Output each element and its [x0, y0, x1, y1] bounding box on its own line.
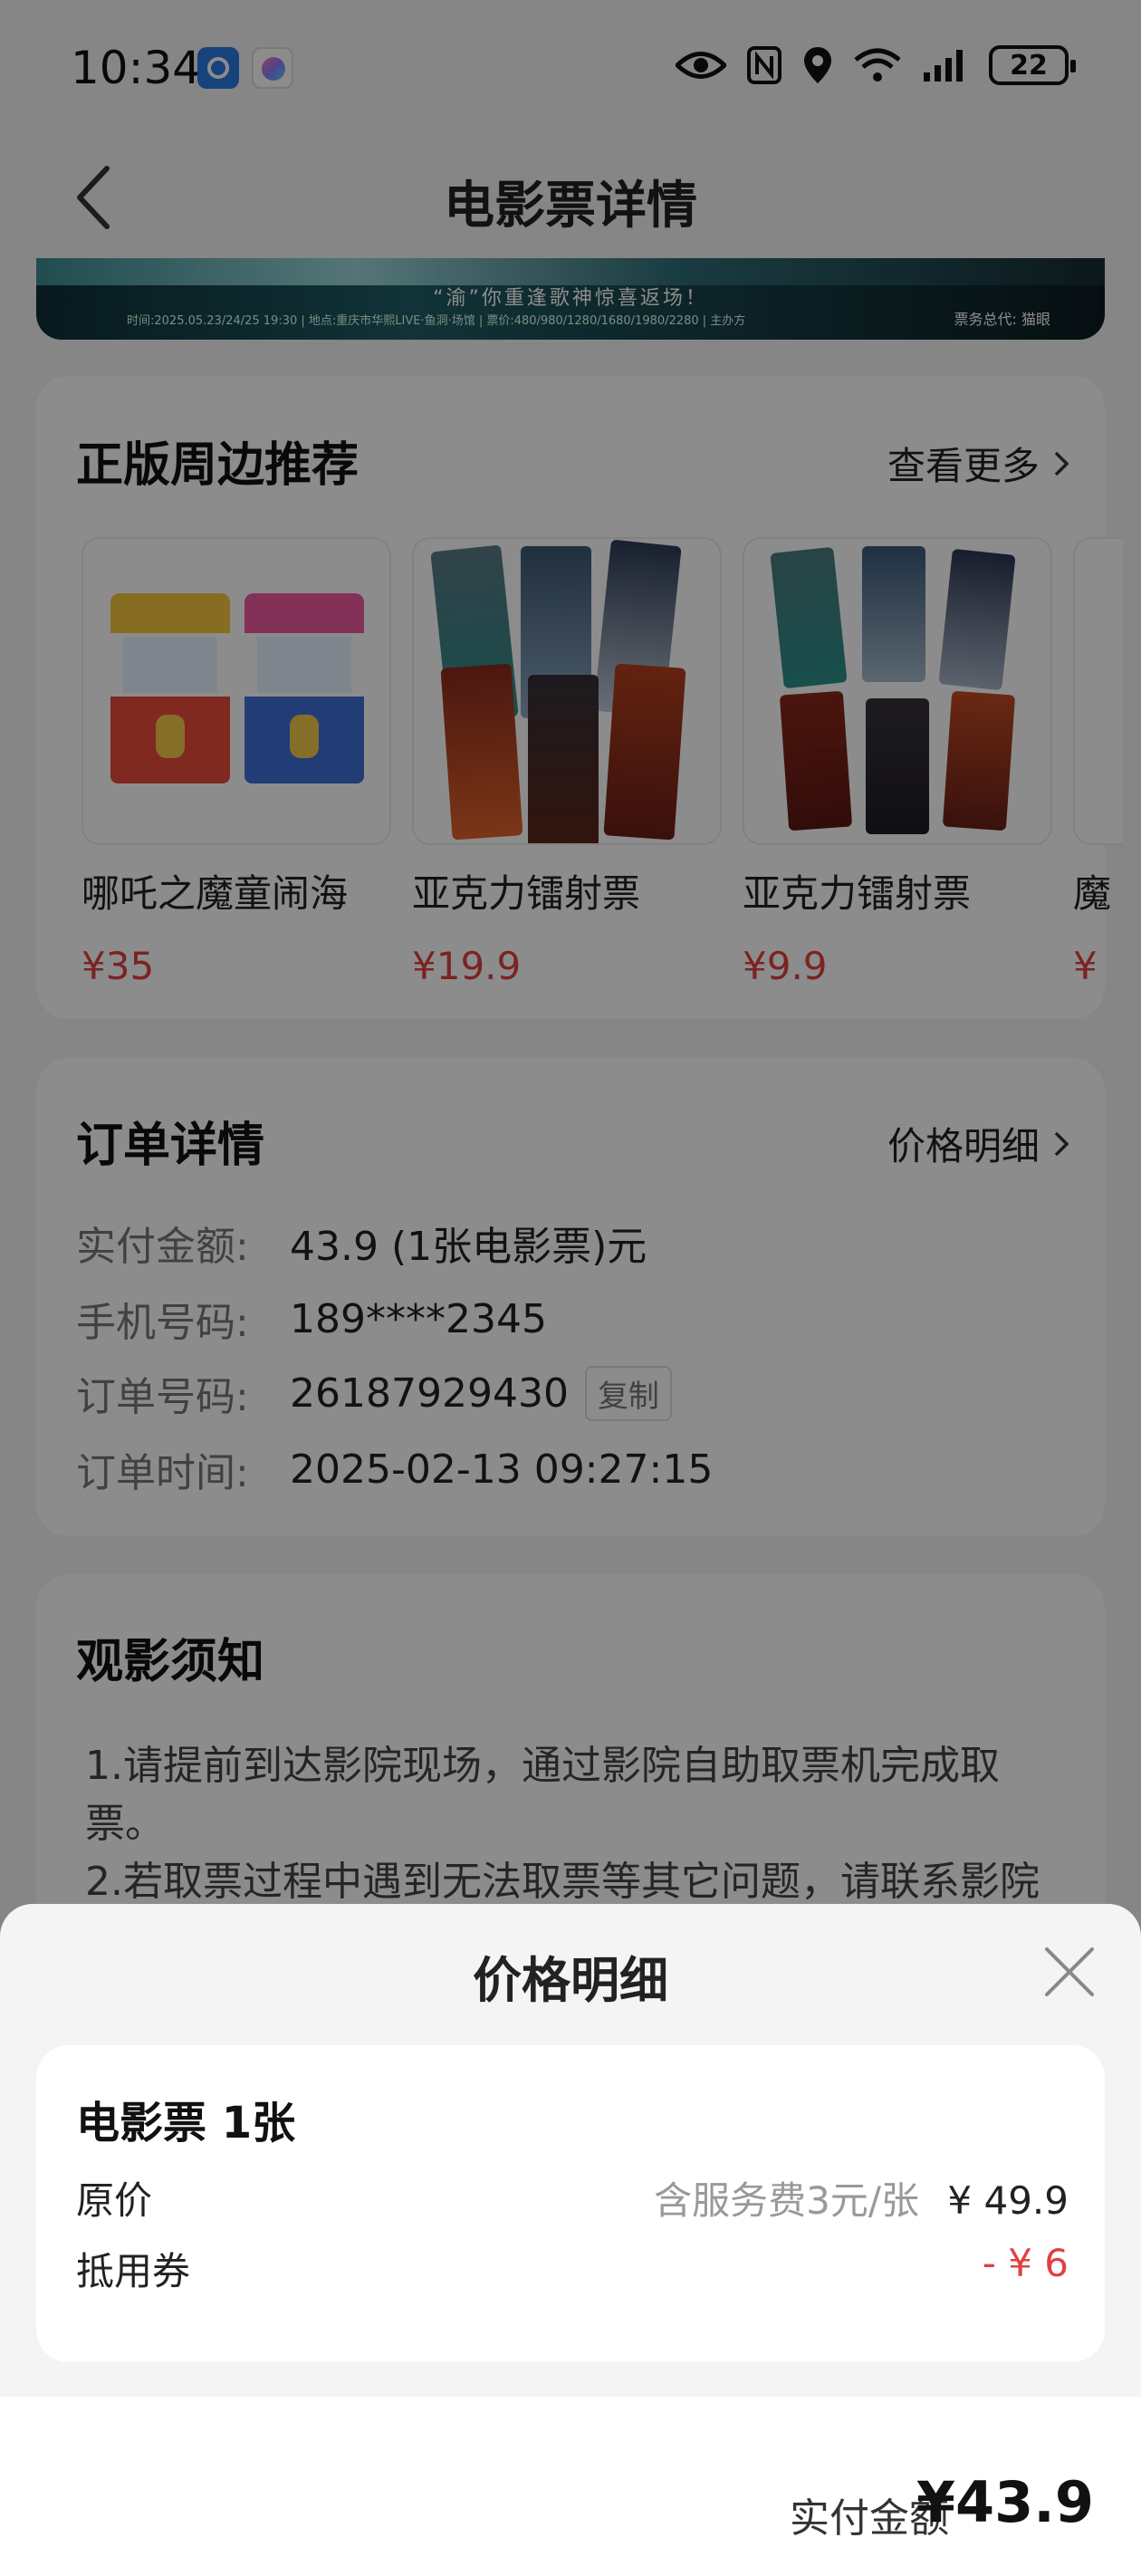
- coupon-row: 抵用券 - ¥ 6: [76, 2241, 1069, 2296]
- price-detail-sheet: 价格明细 电影票 1张 原价 含服务费3元/张 ¥ 49.9 抵用券 - ¥ 6…: [0, 1904, 1141, 2576]
- original-price-value: ¥ 49.9: [947, 2178, 1069, 2223]
- service-fee-note: 含服务费3元/张: [654, 2178, 920, 2223]
- original-price-label: 原价: [76, 2178, 153, 2223]
- ticket-count-title: 电影票 1张: [76, 2098, 296, 2148]
- original-price-row: 原价 含服务费3元/张 ¥ 49.9: [76, 2170, 1069, 2225]
- coupon-value: - ¥ 6: [982, 2241, 1069, 2285]
- original-price-value-group: 含服务费3元/张 ¥ 49.9: [654, 2170, 1069, 2225]
- pay-amount: ¥43.9: [916, 2469, 1094, 2535]
- sheet-title: 价格明细: [473, 1952, 668, 2009]
- coupon-label: 抵用券: [76, 2249, 191, 2293]
- price-breakdown-card: 电影票 1张 原价 含服务费3元/张 ¥ 49.9 抵用券 - ¥ 6: [36, 2045, 1105, 2362]
- close-icon[interactable]: [1043, 1946, 1096, 1998]
- page: 10:34 22 电影票详情 “渝”你重逢歌神惊喜返场！ 时间:2025.05.…: [0, 0, 1141, 2576]
- sheet-footer: 实付金额 ¥43.9: [0, 2397, 1141, 2576]
